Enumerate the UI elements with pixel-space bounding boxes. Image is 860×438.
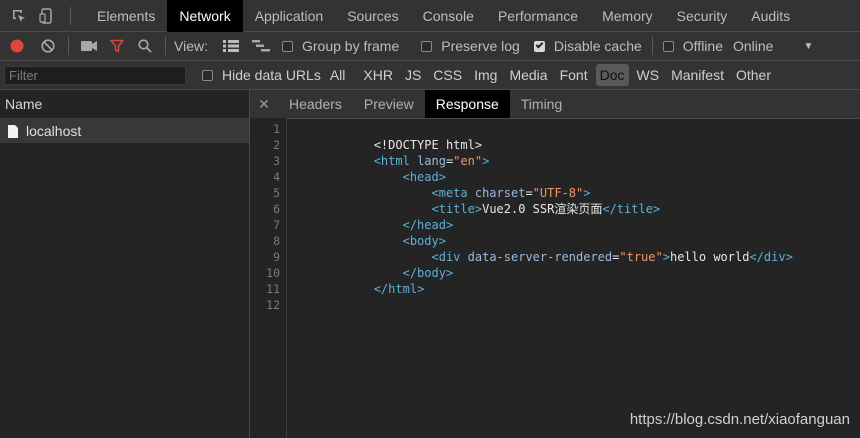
code-line: <title>Vue2.0 SSR渲染页面</title> bbox=[431, 202, 661, 216]
device-icon[interactable] bbox=[34, 0, 60, 31]
inspect-icon[interactable] bbox=[4, 0, 34, 31]
code-line: <html lang="en"> bbox=[373, 154, 490, 168]
overview-icon[interactable] bbox=[246, 32, 276, 60]
offline-label: Offline bbox=[682, 38, 723, 54]
response-code: <!DOCTYPE html> <html lang="en"> <head> … bbox=[287, 118, 857, 313]
throttle-value: Online bbox=[733, 38, 774, 54]
tab-network[interactable]: Network bbox=[167, 0, 243, 32]
offline-option[interactable]: Offline bbox=[662, 38, 723, 54]
tab-memory[interactable]: Memory bbox=[590, 0, 665, 32]
resource-type-filters: All XHR JS CSS Img Media Font Doc WS Man… bbox=[326, 64, 779, 86]
code-line: </head> bbox=[402, 218, 454, 232]
filter-icon[interactable] bbox=[103, 32, 131, 60]
toolbar-separator bbox=[68, 37, 69, 55]
tab-performance[interactable]: Performance bbox=[486, 0, 590, 32]
type-filter-manifest[interactable]: Manifest bbox=[667, 64, 728, 86]
devtools-tab-bar: Elements Network Application Sources Con… bbox=[0, 0, 860, 32]
line-number: 1 bbox=[273, 122, 280, 136]
hide-data-urls-label: Hide data URLs bbox=[222, 67, 321, 83]
offline-checkbox[interactable] bbox=[662, 40, 674, 52]
preserve-log-checkbox[interactable] bbox=[421, 40, 433, 52]
request-row[interactable]: localhost bbox=[0, 119, 249, 143]
group-by-frame-label: Group by frame bbox=[301, 38, 400, 54]
name-column-header[interactable]: Name bbox=[0, 90, 249, 119]
record-icon[interactable] bbox=[0, 32, 34, 60]
code-line: <meta charset="UTF-8"> bbox=[431, 186, 591, 200]
tab-headers[interactable]: Headers bbox=[278, 90, 353, 118]
line-number: 12 bbox=[266, 298, 280, 312]
type-filter-css[interactable]: CSS bbox=[429, 64, 466, 86]
line-number: 5 bbox=[273, 186, 280, 200]
filter-bar: Hide data URLs All XHR JS CSS Img Media … bbox=[0, 61, 860, 90]
tab-application[interactable]: Application bbox=[243, 0, 336, 32]
detail-tab-bar: ✕ Headers Preview Response Timing bbox=[250, 90, 860, 119]
type-filter-font[interactable]: Font bbox=[556, 64, 592, 86]
line-number: 10 bbox=[266, 266, 280, 280]
tab-response[interactable]: Response bbox=[424, 90, 510, 118]
tab-separator bbox=[70, 6, 71, 25]
camera-icon[interactable] bbox=[75, 32, 103, 60]
line-number: 3 bbox=[273, 154, 280, 168]
disable-cache-label: Disable cache bbox=[553, 38, 642, 54]
hide-data-urls-option[interactable]: Hide data URLs bbox=[202, 67, 321, 83]
line-number: 7 bbox=[273, 218, 280, 232]
close-icon[interactable]: ✕ bbox=[250, 96, 278, 113]
view-label: View: bbox=[174, 38, 208, 54]
type-filter-img[interactable]: Img bbox=[470, 64, 501, 86]
document-icon bbox=[8, 124, 18, 138]
disable-cache-checkbox[interactable] bbox=[533, 40, 545, 52]
throttle-select[interactable]: Online ▼ bbox=[733, 38, 813, 54]
line-number: 8 bbox=[273, 234, 280, 248]
panel-tabs: Elements Network Application Sources Con… bbox=[85, 0, 802, 32]
type-filter-ws[interactable]: WS bbox=[633, 64, 664, 86]
search-icon[interactable] bbox=[131, 32, 159, 60]
type-filter-doc[interactable]: Doc bbox=[595, 64, 629, 86]
tab-sources[interactable]: Sources bbox=[335, 0, 410, 32]
request-list-panel: Name localhost bbox=[0, 90, 250, 438]
tab-audits[interactable]: Audits bbox=[739, 0, 802, 32]
code-line: </html> bbox=[373, 282, 425, 296]
group-by-frame-checkbox[interactable] bbox=[281, 40, 293, 52]
preserve-log-option[interactable]: Preserve log bbox=[421, 38, 520, 54]
request-name: localhost bbox=[26, 123, 82, 139]
code-line: <body> bbox=[402, 234, 446, 248]
group-by-frame-option[interactable]: Group by frame bbox=[281, 38, 400, 54]
tab-console[interactable]: Console bbox=[411, 0, 486, 32]
code-line: </body> bbox=[402, 266, 454, 280]
request-detail-panel: ✕ Headers Preview Response Timing 123456… bbox=[250, 90, 860, 438]
toolbar-separator bbox=[651, 37, 653, 55]
hide-data-urls-checkbox[interactable] bbox=[202, 69, 213, 81]
toolbar-separator bbox=[165, 37, 166, 55]
tab-preview[interactable]: Preview bbox=[353, 90, 425, 118]
type-filter-all[interactable]: All bbox=[326, 64, 350, 86]
clear-icon[interactable] bbox=[34, 32, 62, 60]
code-line: <head> bbox=[402, 170, 446, 184]
tab-timing[interactable]: Timing bbox=[510, 90, 574, 118]
code-line: <div data-server-rendered="true">hello w… bbox=[431, 250, 793, 264]
preserve-log-label: Preserve log bbox=[441, 38, 520, 54]
line-number: 6 bbox=[273, 202, 280, 216]
code-line: <!DOCTYPE html> bbox=[287, 138, 483, 152]
tab-elements[interactable]: Elements bbox=[85, 0, 167, 32]
line-number: 11 bbox=[266, 282, 280, 296]
dropdown-arrow-icon: ▼ bbox=[803, 40, 814, 52]
type-filter-media[interactable]: Media bbox=[505, 64, 551, 86]
line-number: 2 bbox=[273, 138, 280, 152]
large-rows-icon[interactable] bbox=[216, 32, 246, 60]
type-filter-xhr[interactable]: XHR bbox=[359, 64, 397, 86]
line-number-gutter: 1 2 3 4 5 6 7 8 9 10 11 12 bbox=[250, 118, 287, 438]
response-viewer[interactable]: 1 2 3 4 5 6 7 8 9 10 11 12 <!DOCTYPE html> <html la… bbox=[250, 118, 860, 438]
tab-security[interactable]: Security bbox=[665, 0, 740, 32]
disable-cache-option[interactable]: Disable cache bbox=[533, 38, 642, 54]
filter-input[interactable] bbox=[4, 65, 186, 85]
watermark: https://blog.csdn.net/xiaofanguan bbox=[629, 411, 850, 428]
type-filter-other[interactable]: Other bbox=[732, 64, 775, 86]
line-number: 4 bbox=[273, 170, 280, 184]
type-filter-js[interactable]: JS bbox=[401, 64, 425, 86]
line-number: 9 bbox=[273, 250, 280, 264]
network-toolbar: View: Group by frame Preserve log Disabl… bbox=[0, 32, 860, 61]
